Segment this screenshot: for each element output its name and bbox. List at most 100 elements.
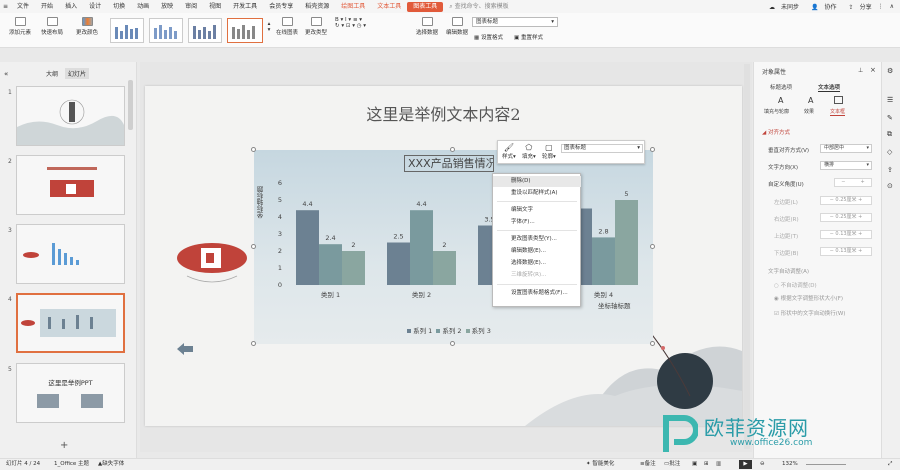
resize-handle[interactable] — [450, 147, 455, 152]
select-data-button[interactable]: 选择数据 — [410, 17, 444, 36]
x-tick-label[interactable]: 类别 2 — [412, 290, 431, 299]
context-menu-item[interactable]: 编辑文字 — [493, 205, 581, 216]
smart-beautify-button[interactable]: ✦ 智能美化 — [586, 459, 614, 470]
properties-icon[interactable]: ☰ — [887, 96, 893, 104]
search-box[interactable]: ⌕ 查找命令、搜索模板 — [443, 0, 514, 13]
reset-style-button[interactable]: ▣ 重置样式 — [514, 33, 554, 41]
canvas-scrollbar[interactable] — [744, 64, 750, 449]
top-margin-stepper[interactable]: − 0.13厘米 + — [820, 230, 872, 239]
element-select-dropdown[interactable]: 图表标题 ▾ — [472, 17, 558, 27]
y-tick-label[interactable]: 6 — [278, 179, 282, 187]
tab-slides[interactable]: 幻灯片 — [65, 68, 90, 79]
textbox-icon[interactable] — [834, 96, 843, 104]
brush-icon[interactable]: ✎ — [887, 114, 893, 122]
sliders-icon[interactable]: ⚙ — [887, 67, 893, 75]
context-menu-item[interactable]: 更改图表类型(Y)... — [493, 234, 581, 245]
slide-thumbnail-1[interactable] — [16, 86, 125, 146]
bar[interactable] — [410, 210, 433, 285]
mini-element-select[interactable]: 图表标题 ▾ — [561, 144, 643, 153]
context-menu-item[interactable]: 选择数据(E)... — [493, 258, 581, 269]
sync-status[interactable]: ☁ 未同步 — [763, 2, 799, 11]
menu-animation[interactable]: 动画 — [131, 0, 155, 13]
notes-button[interactable]: ≡备注 — [640, 459, 656, 470]
effects-icon[interactable]: A — [808, 96, 813, 105]
data-label[interactable]: 5 — [624, 190, 628, 198]
slide-thumbnail-3[interactable] — [16, 224, 125, 284]
y-tick-label[interactable]: 2 — [278, 247, 282, 255]
resize-handle[interactable] — [650, 244, 655, 249]
pin-icon[interactable]: ⊥ — [858, 67, 863, 74]
normal-view-icon[interactable]: ▣ — [692, 459, 697, 470]
fit-window-icon[interactable]: ⤢ — [888, 459, 892, 470]
data-label[interactable]: 2.4 — [325, 234, 335, 242]
data-label[interactable]: 2 — [351, 241, 355, 249]
valign-dropdown[interactable]: 中部居中 ▾ — [820, 144, 872, 153]
x-axis-title[interactable]: 坐标轴标题 — [598, 300, 631, 310]
bar[interactable] — [296, 210, 319, 285]
back-arrow-icon[interactable] — [175, 342, 195, 356]
context-menu-item[interactable]: 编辑数据(E)... — [493, 246, 581, 257]
collab-button[interactable]: 👤 协作 — [805, 2, 837, 11]
bar[interactable] — [342, 251, 365, 285]
online-chart-button[interactable]: 在线图表 — [274, 17, 300, 36]
right-margin-stepper[interactable]: − 0.25厘米 + — [820, 213, 872, 222]
custom-angle-stepper[interactable]: − + — [834, 178, 872, 187]
close-icon[interactable]: × — [870, 66, 876, 74]
subtab-fill-outline[interactable]: 填充与轮廓 — [764, 108, 789, 115]
panel-scrollbar[interactable] — [128, 80, 133, 130]
y-tick-label[interactable]: 0 — [278, 281, 282, 289]
resize-handle[interactable] — [251, 147, 256, 152]
menu-drawing-tools[interactable]: 绘图工具 — [335, 0, 371, 13]
context-menu-item[interactable]: 重设以匹配样式(A) — [493, 188, 581, 199]
collapse-icon[interactable]: ∧ — [890, 3, 894, 10]
reading-view-icon[interactable]: ▥ — [716, 459, 721, 470]
quick-layout-button[interactable]: 快速布局 — [37, 17, 67, 36]
slide-title[interactable]: 这里是举例文本内容2 — [145, 101, 742, 125]
rotate-icon[interactable]: ↻ ▾ — [335, 23, 344, 29]
hamburger-icon[interactable]: ≡ — [0, 0, 11, 13]
more-icon[interactable]: ⋮ — [878, 3, 884, 10]
comments-button[interactable]: ▭批注 — [664, 459, 680, 470]
outline-button[interactable]: ▢ 轮廓▾ — [542, 143, 556, 160]
share-button[interactable]: ⇪ 分享 — [843, 2, 872, 11]
data-label[interactable]: 4.4 — [302, 200, 312, 208]
menu-member[interactable]: 会员专享 — [263, 0, 299, 13]
resize-handle[interactable] — [450, 341, 455, 346]
zoom-in-out-icon[interactable]: ⊖ — [760, 459, 765, 470]
left-margin-stepper[interactable]: − 0.25厘米 + — [820, 196, 872, 205]
share-icon[interactable]: ⇪ — [887, 166, 893, 174]
autofit-option-resize[interactable]: ◉ 根据文字调整形状大小(F) — [774, 294, 843, 302]
text-direction-dropdown[interactable]: 横排 ▾ — [820, 161, 872, 170]
menu-review[interactable]: 审阅 — [179, 0, 203, 13]
clock-icon[interactable]: ◷ ▾ — [357, 23, 366, 29]
resize-handle[interactable] — [251, 244, 256, 249]
menu-insert[interactable]: 插入 — [59, 0, 83, 13]
slide-thumbnail-5[interactable]: 这里是举例PPT — [16, 363, 125, 423]
subtab-textbox[interactable]: 文本框 — [830, 108, 846, 116]
y-tick-label[interactable]: 4 — [278, 213, 282, 221]
style-button[interactable]: 🖌 样式▾ — [502, 143, 516, 160]
slide-thumbnail-4-selected[interactable] — [16, 293, 125, 353]
data-label[interactable]: 2.5 — [393, 233, 403, 241]
subtab-effects[interactable]: 效果 — [804, 108, 814, 115]
chart-legend[interactable]: 系列 1 系列 2 系列 3 — [407, 325, 491, 335]
resize-handle[interactable] — [650, 341, 655, 346]
zoom-level[interactable]: 132% — [782, 459, 798, 470]
fill-button[interactable]: ⬠ 填充▾ — [522, 143, 536, 160]
menu-text-tools[interactable]: 文本工具 — [371, 0, 407, 13]
play-slideshow-button[interactable]: ▶ — [739, 460, 752, 469]
slide-thumbnail-2[interactable] — [16, 155, 125, 215]
bottom-margin-stepper[interactable]: − 0.13厘米 + — [820, 247, 872, 256]
context-menu-item[interactable]: 设置图表标题格式(F)... — [493, 288, 581, 299]
tab-text-options[interactable]: 文本选项 — [818, 83, 841, 92]
menu-file[interactable]: 文件 — [11, 0, 35, 13]
data-label[interactable]: 2.8 — [598, 227, 608, 235]
resize-handle[interactable] — [251, 341, 256, 346]
y-tick-label[interactable]: 3 — [278, 230, 282, 238]
x-tick-label[interactable]: 类别 4 — [594, 290, 613, 299]
y-tick-label[interactable]: 5 — [278, 196, 282, 204]
location-icon[interactable]: ⊙ — [887, 182, 893, 190]
bar[interactable] — [592, 237, 615, 285]
context-menu-item[interactable]: 字体(F)... — [493, 217, 581, 228]
bar[interactable] — [433, 251, 456, 285]
